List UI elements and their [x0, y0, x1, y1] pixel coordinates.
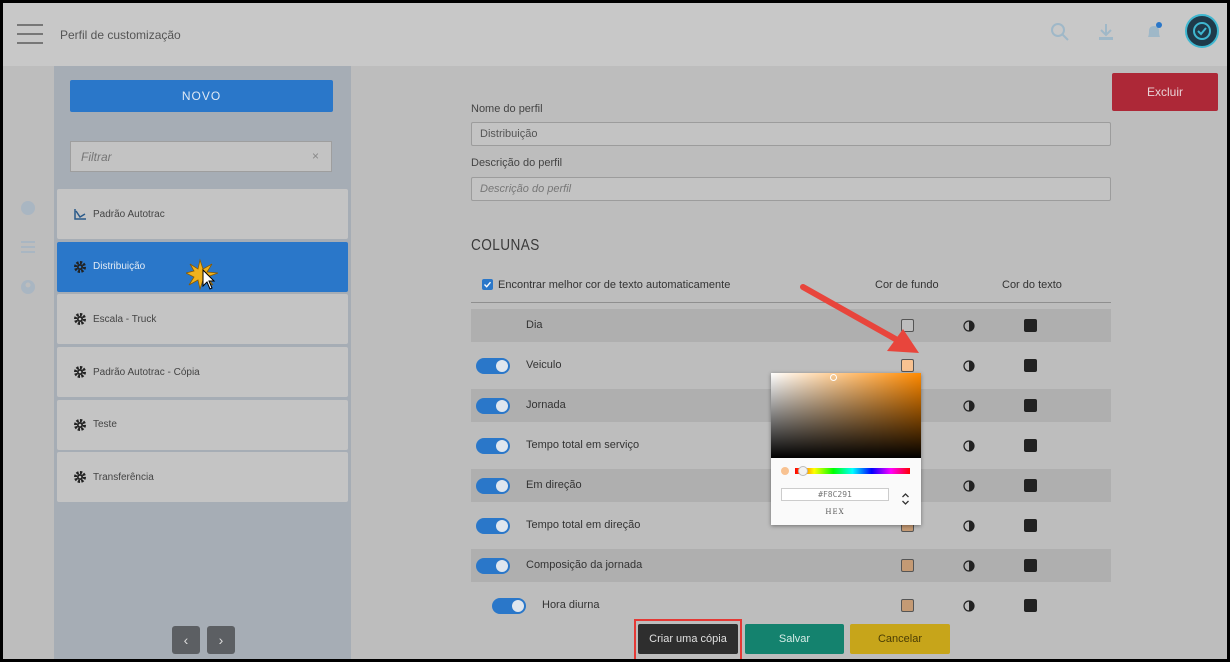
dashboard-icon[interactable]: [19, 199, 37, 217]
contrast-icon[interactable]: [963, 600, 975, 612]
delete-button[interactable]: Excluir: [1112, 73, 1218, 111]
profile-item-label: Padrão Autotrac: [93, 208, 165, 220]
auto-color-checkbox[interactable]: [482, 279, 493, 290]
app-window: Perfil de customização NOVO × Padrão Aut…: [3, 3, 1227, 659]
column-label: Dia: [526, 319, 543, 331]
column-toggle[interactable]: [476, 358, 510, 374]
text-color-swatch[interactable]: [1024, 519, 1037, 532]
profile-item-label: Distribuição: [93, 261, 146, 273]
column-label: Veiculo: [526, 359, 562, 371]
menu-icon[interactable]: [17, 24, 43, 44]
text-color-swatch[interactable]: [1024, 439, 1037, 452]
format-label: HEX: [825, 508, 845, 516]
profile-item-teste[interactable]: Teste: [57, 399, 348, 450]
color-picker: #F8C291 HEX: [771, 373, 921, 525]
color-preview: [781, 467, 789, 475]
columns-section-title: COLUNAS: [471, 237, 540, 254]
profile-item-label: Transferência: [93, 471, 154, 483]
gear-icon: [74, 313, 86, 326]
gear-icon: [74, 260, 86, 273]
user-icon[interactable]: [19, 278, 37, 296]
column-label: Composição da jornada: [526, 559, 643, 571]
profile-editor: Excluir Nome do perfil Descrição do perf…: [352, 66, 1227, 659]
profile-item-padrao-autotrac-copia[interactable]: Padrão Autotrac - Cópia: [57, 347, 348, 398]
contrast-icon[interactable]: [963, 560, 975, 572]
profile-item-label: Padrão Autotrac - Cópia: [93, 366, 200, 378]
text-color-swatch[interactable]: [1024, 399, 1037, 412]
column-label: Jornada: [526, 399, 566, 411]
gear-icon: [74, 471, 86, 484]
download-icon[interactable]: [1095, 21, 1117, 43]
column-toggle[interactable]: [476, 558, 510, 574]
profile-description-input[interactable]: [471, 177, 1111, 201]
contrast-icon[interactable]: [963, 400, 975, 412]
column-toggle[interactable]: [476, 478, 510, 494]
column-label: Tempo total em direção: [526, 519, 641, 531]
profile-list: Padrão Autotrac Distribuição Escala - Tr…: [57, 189, 348, 505]
profile-name-label: Nome do perfil: [471, 103, 543, 115]
contrast-icon[interactable]: [963, 320, 975, 332]
bg-color-swatch[interactable]: [901, 559, 914, 572]
text-color-swatch[interactable]: [1024, 359, 1037, 372]
annotation-arrow-icon: [800, 284, 919, 353]
column-row-composicao-jornada: Composição da jornada: [471, 549, 1111, 582]
contrast-icon[interactable]: [963, 520, 975, 532]
top-bar: Perfil de customização: [3, 3, 1227, 66]
profile-name-input[interactable]: [471, 122, 1111, 146]
hue-slider-knob[interactable]: [798, 466, 808, 476]
column-label: Hora diurna: [542, 599, 600, 611]
profile-item-transferencia[interactable]: Transferência: [57, 452, 348, 503]
profile-item-padrao-autotrac[interactable]: Padrão Autotrac: [57, 189, 348, 239]
text-color-swatch[interactable]: [1024, 319, 1037, 332]
format-toggle-icon[interactable]: [901, 492, 910, 506]
create-copy-button[interactable]: Criar uma cópia: [638, 624, 738, 654]
column-toggle[interactable]: [476, 438, 510, 454]
avatar[interactable]: [1185, 14, 1219, 48]
header-divider: [471, 302, 1111, 303]
column-label: Em direção: [526, 479, 582, 491]
list-icon[interactable]: [19, 238, 37, 256]
gear-icon: [74, 366, 86, 379]
text-color-swatch[interactable]: [1024, 559, 1037, 572]
clear-filter-icon[interactable]: ×: [312, 149, 319, 163]
autotrac-logo-icon: [74, 209, 86, 220]
profile-item-escala-truck[interactable]: Escala - Truck: [57, 294, 348, 345]
hex-input[interactable]: #F8C291: [781, 488, 889, 501]
saturation-area[interactable]: [771, 373, 921, 458]
search-icon[interactable]: [1049, 21, 1071, 43]
notification-icon[interactable]: [1143, 21, 1165, 43]
page-title: Perfil de customização: [60, 28, 181, 42]
text-color-swatch[interactable]: [1024, 599, 1037, 612]
text-color-swatch[interactable]: [1024, 479, 1037, 492]
click-cursor-icon: [186, 258, 219, 291]
auto-color-label: Encontrar melhor cor de texto automatica…: [498, 279, 731, 291]
new-profile-button[interactable]: NOVO: [70, 80, 333, 112]
column-toggle[interactable]: [476, 518, 510, 534]
cancel-button[interactable]: Cancelar: [850, 624, 950, 654]
gear-icon: [74, 418, 86, 431]
clock-check-icon: [1193, 22, 1211, 40]
profile-item-label: Escala - Truck: [93, 313, 157, 325]
hue-slider[interactable]: [795, 468, 910, 474]
profile-item-label: Teste: [93, 419, 117, 431]
profile-panel: NOVO × Padrão Autotrac Distribuição Esca…: [54, 66, 351, 659]
bg-color-swatch[interactable]: [901, 599, 914, 612]
prev-page-button[interactable]: ‹: [172, 626, 200, 654]
check-icon: [484, 281, 492, 288]
column-label: Tempo total em serviço: [526, 439, 640, 451]
contrast-icon[interactable]: [963, 360, 975, 372]
column-toggle[interactable]: [476, 398, 510, 414]
column-row-dia: Dia: [471, 309, 1111, 342]
column-toggle[interactable]: [492, 598, 526, 614]
save-button[interactable]: Salvar: [745, 624, 844, 654]
contrast-icon[interactable]: [963, 480, 975, 492]
contrast-icon[interactable]: [963, 440, 975, 452]
filter-input[interactable]: [70, 141, 332, 172]
text-color-header: Cor do texto: [1002, 279, 1062, 291]
next-page-button[interactable]: ›: [207, 626, 235, 654]
column-row-hora-diurna: Hora diurna: [471, 589, 1111, 622]
profile-description-label: Descrição do perfil: [471, 157, 563, 169]
saturation-handle[interactable]: [830, 374, 837, 381]
